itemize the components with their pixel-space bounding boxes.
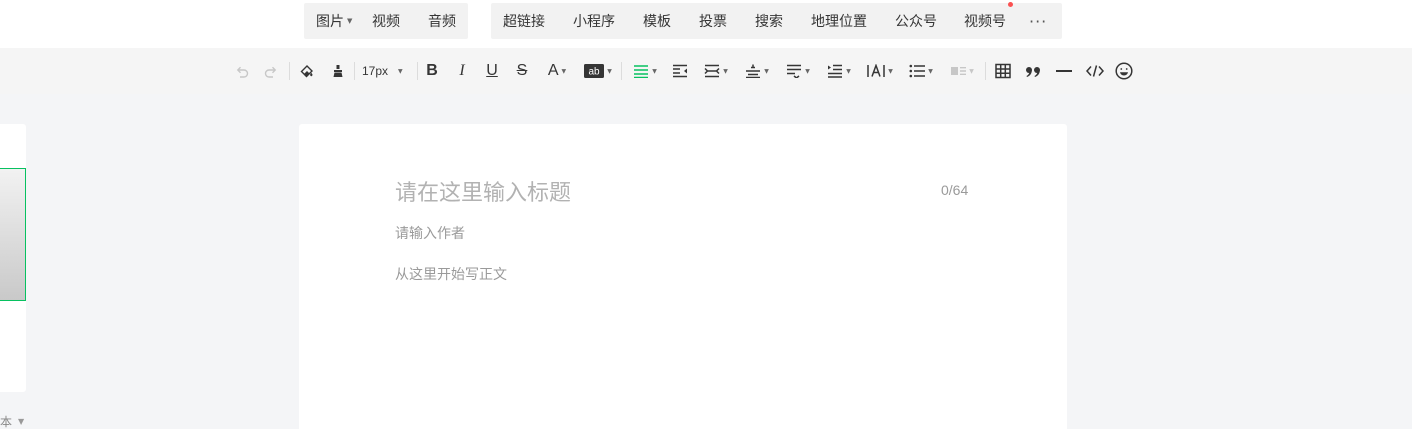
insert-location-button[interactable]: 地理位置 xyxy=(811,11,867,31)
clear-format-icon[interactable] xyxy=(328,60,348,82)
font-size-value: 17px xyxy=(362,64,389,78)
cover-thumbnail[interactable] xyxy=(0,168,26,301)
caret-down-icon: ▼ xyxy=(652,67,657,75)
insert-bar: 图片 ▼ 视频 音频 超链接 小程序 模板 投票 搜索 地理位置 公众号 视频号… xyxy=(0,0,1412,48)
justify-icon[interactable]: ▼ xyxy=(701,60,731,82)
insert-video-button[interactable]: 视频 xyxy=(372,11,400,31)
caret-down-icon: ▼ xyxy=(347,17,353,25)
caret-down-icon: ▼ xyxy=(764,67,769,75)
left-panel-label-text: 本 xyxy=(0,415,13,429)
align-icon[interactable]: ▼ xyxy=(631,60,659,82)
caret-down-icon: ▼ xyxy=(888,67,893,75)
insert-location-label: 地理位置 xyxy=(811,14,867,30)
caret-down-icon: ▼ xyxy=(607,67,612,75)
insert-search-button[interactable]: 搜索 xyxy=(755,11,783,31)
caret-down-icon: ▼ xyxy=(928,67,933,75)
format-toolbar: 17px ▼ B I U S A ▼ ab ▼ ▼ ▼ ▼ ▼ ▼ ▼ ▼ ▼ xyxy=(0,48,1412,94)
insert-image-button[interactable]: 图片 ▼ xyxy=(316,11,352,31)
toolbar-divider xyxy=(621,62,622,80)
bold-icon[interactable]: B xyxy=(422,60,442,82)
insert-official-account-label: 公众号 xyxy=(895,14,937,30)
body-editor[interactable]: 从这里开始写正文 xyxy=(395,264,507,284)
caret-down-icon: ▼ xyxy=(723,67,728,75)
insert-vote-button[interactable]: 投票 xyxy=(699,11,727,31)
underline-icon[interactable]: U xyxy=(482,60,502,82)
format-painter-icon[interactable] xyxy=(297,60,317,82)
editor-area: 请在这里输入标题 0/64 请输入作者 从这里开始写正文 xyxy=(299,124,1067,429)
insert-official-account-button[interactable]: 公众号 xyxy=(895,11,937,31)
redo-icon[interactable] xyxy=(261,60,281,82)
caret-down-icon: ▼ xyxy=(18,417,25,426)
insert-audio-button[interactable]: 音频 xyxy=(428,11,456,31)
more-label: ··· xyxy=(1029,11,1048,31)
code-icon[interactable] xyxy=(1084,60,1106,82)
caret-down-icon: ▼ xyxy=(561,67,567,75)
author-input[interactable]: 请输入作者 xyxy=(395,223,465,243)
table-icon[interactable] xyxy=(993,60,1013,82)
quote-icon[interactable] xyxy=(1023,60,1043,82)
content-insert-group: 超链接 小程序 模板 投票 搜索 地理位置 公众号 视频号 ··· xyxy=(491,2,1062,39)
caret-down-icon: ▼ xyxy=(969,67,974,75)
undo-icon[interactable] xyxy=(232,60,252,82)
font-color-glyph: A xyxy=(547,62,559,79)
font-size-select[interactable]: 17px ▼ xyxy=(362,60,412,82)
insert-link-button[interactable]: 超链接 xyxy=(503,11,545,31)
insert-audio-label: 音频 xyxy=(428,14,456,30)
insert-miniprogram-label: 小程序 xyxy=(573,14,615,30)
paragraph-spacing-icon[interactable]: ▼ xyxy=(783,60,813,82)
caret-down-icon: ▼ xyxy=(846,67,851,75)
insert-channels-button[interactable]: 视频号 xyxy=(964,2,1013,31)
toolbar-divider xyxy=(354,62,355,80)
italic-icon[interactable]: I xyxy=(452,60,472,82)
toolbar-divider xyxy=(985,62,986,80)
font-color-icon[interactable]: A ▼ xyxy=(543,60,571,82)
line-spacing-icon[interactable]: ▼ xyxy=(742,60,772,82)
svg-text:ab: ab xyxy=(589,67,601,78)
insert-template-button[interactable]: 模板 xyxy=(643,11,671,31)
letter-spacing-icon[interactable]: ▼ xyxy=(865,60,895,82)
caret-down-icon: ▼ xyxy=(398,67,403,75)
insert-search-label: 搜索 xyxy=(755,14,783,30)
media-insert-group: 图片 ▼ 视频 音频 xyxy=(304,3,468,39)
list-icon[interactable]: ▼ xyxy=(906,60,936,82)
insert-miniprogram-button[interactable]: 小程序 xyxy=(573,11,615,31)
insert-channels-label: 视频号 xyxy=(964,14,1006,30)
indent-icon[interactable] xyxy=(670,60,690,82)
toolbar-divider xyxy=(289,62,290,80)
toolbar-divider xyxy=(417,62,418,80)
emoji-icon[interactable] xyxy=(1114,60,1134,82)
new-badge-dot xyxy=(1008,2,1013,7)
strikethrough-icon[interactable]: S xyxy=(512,60,532,82)
text-indent-icon[interactable]: ▼ xyxy=(824,60,854,82)
caret-down-icon: ▼ xyxy=(805,67,810,75)
background-color-icon[interactable]: ab ▼ xyxy=(583,60,613,82)
insert-video-label: 视频 xyxy=(372,14,400,30)
title-input[interactable]: 请在这里输入标题 xyxy=(395,175,571,207)
more-icon[interactable]: ··· xyxy=(1029,12,1047,31)
left-panel-label[interactable]: 本 ▼ xyxy=(0,413,24,429)
float-icon[interactable]: ▼ xyxy=(947,60,977,82)
insert-template-label: 模板 xyxy=(643,14,671,30)
insert-link-label: 超链接 xyxy=(503,14,545,30)
insert-image-label: 图片 xyxy=(316,14,344,30)
title-char-counter: 0/64 xyxy=(941,182,969,198)
insert-vote-label: 投票 xyxy=(699,14,727,30)
divider-icon[interactable] xyxy=(1054,60,1074,82)
